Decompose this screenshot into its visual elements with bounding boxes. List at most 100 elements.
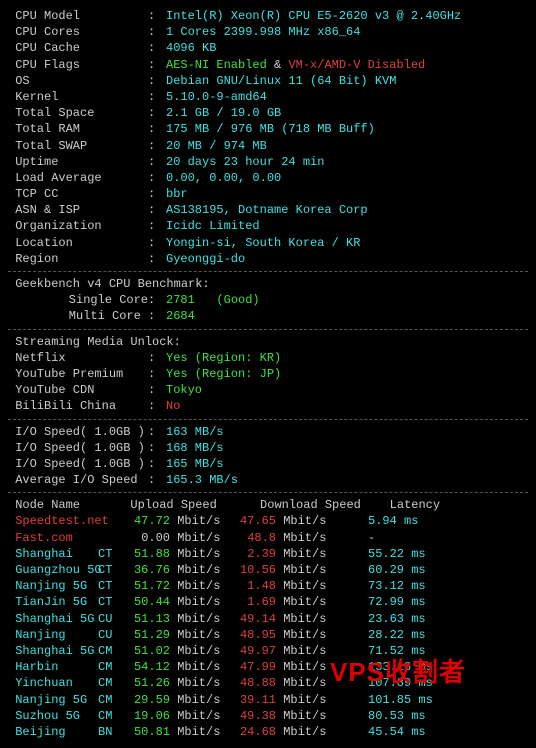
- provider: CT: [98, 562, 120, 578]
- io-row: I/O Speed( 1.0GB ) : 163 MB/s: [8, 424, 528, 440]
- geekbench-row: Multi Core : 2684: [8, 308, 528, 324]
- info-value: 5.10.0-9-amd64: [166, 90, 267, 104]
- info-value-part: (718 MB Buff): [281, 122, 375, 136]
- latency-value: 101.85 ms: [332, 692, 402, 708]
- info-label: CPU Cores: [8, 24, 148, 40]
- provider: BN: [98, 724, 120, 740]
- io-label: Average I/O Speed: [8, 472, 148, 488]
- provider: CU: [98, 627, 120, 643]
- streaming-label: Netflix: [8, 350, 148, 366]
- download-value: 10.56: [226, 562, 276, 578]
- geekbench-title: Geekbench v4 CPU Benchmark:: [8, 276, 528, 292]
- node-name: Shanghai 5G: [8, 611, 98, 627]
- colon: :: [148, 24, 166, 40]
- info-row: Total Space : 2.1 GB / 19.0 GB: [8, 105, 528, 121]
- node-name: Yinchuan: [8, 675, 98, 691]
- info-value-part: &: [267, 58, 289, 72]
- divider: [8, 271, 528, 272]
- download-value: 47.65: [226, 513, 276, 529]
- latency-value: 23.63 ms: [332, 611, 402, 627]
- provider: CT: [98, 546, 120, 562]
- upload-unit: Mbit/s: [170, 643, 226, 659]
- streaming-value: Tokyo: [166, 383, 202, 397]
- info-value: 0.00, 0.00, 0.00: [166, 171, 281, 185]
- colon: :: [148, 8, 166, 24]
- info-label: Total Space: [8, 105, 148, 121]
- info-value: Intel(R) Xeon(R) CPU E5-2620 v3 @ 2.40GH…: [166, 9, 461, 23]
- download-unit: Mbit/s: [276, 643, 332, 659]
- latency-value: 55.22 ms: [332, 546, 402, 562]
- download-value: 48.8: [226, 530, 276, 546]
- colon: :: [148, 73, 166, 89]
- io-row: I/O Speed( 1.0GB ) : 165 MB/s: [8, 456, 528, 472]
- info-row: OS : Debian GNU/Linux 11 (64 Bit) KVM: [8, 73, 528, 89]
- info-row: Total RAM : 175 MB / 976 MB (718 MB Buff…: [8, 121, 528, 137]
- colon: :: [148, 154, 166, 170]
- geekbench-section: Geekbench v4 CPU Benchmark: Single Core:…: [8, 276, 528, 325]
- upload-unit: Mbit/s: [170, 578, 226, 594]
- download-unit: Mbit/s: [276, 513, 332, 529]
- upload-value: 51.72: [120, 578, 170, 594]
- info-row: Region : Gyeonggi-do: [8, 251, 528, 267]
- upload-unit: Mbit/s: [170, 611, 226, 627]
- provider: CM: [98, 692, 120, 708]
- provider: CM: [98, 659, 120, 675]
- info-value: 2.1 GB / 19.0 GB: [166, 106, 281, 120]
- io-label: I/O Speed( 1.0GB ): [8, 456, 148, 472]
- info-row: Total SWAP : 20 MB / 974 MB: [8, 138, 528, 154]
- streaming-value: Yes (Region: KR): [166, 351, 281, 365]
- download-value: 49.97: [226, 643, 276, 659]
- download-unit: Mbit/s: [276, 562, 332, 578]
- node-name: Nanjing 5G: [8, 692, 98, 708]
- info-value: 20 days 23 hour 24 min: [166, 155, 324, 169]
- node-name: TianJin 5G: [8, 594, 98, 610]
- info-row: TCP CC : bbr: [8, 186, 528, 202]
- node-name: Shanghai 5G: [8, 643, 98, 659]
- provider: CM: [98, 643, 120, 659]
- node-name: Beijing: [8, 724, 98, 740]
- upload-unit: Mbit/s: [170, 724, 226, 740]
- info-value-part: 175 MB / 976 MB: [166, 122, 281, 136]
- download-value: 49.14: [226, 611, 276, 627]
- download-value: 2.39: [226, 546, 276, 562]
- upload-unit: Mbit/s: [170, 530, 226, 546]
- streaming-label: YouTube Premium: [8, 366, 148, 382]
- speedtest-row: Nanjing 5GCT51.72 Mbit/s1.48 Mbit/s 73.1…: [8, 578, 528, 594]
- streaming-label: BiliBili China: [8, 398, 148, 414]
- upload-value: 36.76: [120, 562, 170, 578]
- io-value: 165.3 MB/s: [166, 473, 238, 487]
- io-row: Average I/O Speed : 165.3 MB/s: [8, 472, 528, 488]
- upload-value: 19.06: [120, 708, 170, 724]
- colon: :: [148, 218, 166, 234]
- info-value: bbr: [166, 187, 188, 201]
- latency-value: 72.99 ms: [332, 594, 402, 610]
- speedtest-row: NanjingCU51.29 Mbit/s48.95 Mbit/s 28.22 …: [8, 627, 528, 643]
- download-unit: Mbit/s: [276, 627, 332, 643]
- node-name: Fast.com: [8, 530, 98, 546]
- colon: :: [148, 40, 166, 56]
- speedtest-header: Node Name Upload Speed Download Speed La…: [8, 497, 528, 513]
- upload-value: 29.59: [120, 692, 170, 708]
- node-name: Nanjing: [8, 627, 98, 643]
- info-row: Kernel : 5.10.0-9-amd64: [8, 89, 528, 105]
- io-row: I/O Speed( 1.0GB ) : 168 MB/s: [8, 440, 528, 456]
- geekbench-label: Multi Core: [8, 308, 148, 324]
- latency-value: 71.52 ms: [332, 643, 402, 659]
- speedtest-row: ShanghaiCT51.88 Mbit/s2.39 Mbit/s 55.22 …: [8, 546, 528, 562]
- geekbench-row: Single Core: 2781 (Good): [8, 292, 528, 308]
- colon: :: [148, 251, 166, 267]
- info-value-part: VM-x/AMD-V Disabled: [288, 58, 425, 72]
- speedtest-row: HarbinCM54.12 Mbit/s47.99 Mbit/s 133.18 …: [8, 659, 528, 675]
- colon: :: [148, 89, 166, 105]
- download-unit: Mbit/s: [276, 708, 332, 724]
- upload-unit: Mbit/s: [170, 692, 226, 708]
- download-unit: Mbit/s: [276, 724, 332, 740]
- speedtest-row: Suzhou 5GCM19.06 Mbit/s49.38 Mbit/s 80.5…: [8, 708, 528, 724]
- info-label: Total RAM: [8, 121, 148, 137]
- node-name: Shanghai: [8, 546, 98, 562]
- info-row: Location : Yongin-si, South Korea / KR: [8, 235, 528, 251]
- info-value: 1 Cores 2399.998 MHz x86_64: [166, 25, 360, 39]
- io-label: I/O Speed( 1.0GB ): [8, 440, 148, 456]
- colon: :: [148, 121, 166, 137]
- speedtest-row: BeijingBN50.81 Mbit/s24.68 Mbit/s 45.54 …: [8, 724, 528, 740]
